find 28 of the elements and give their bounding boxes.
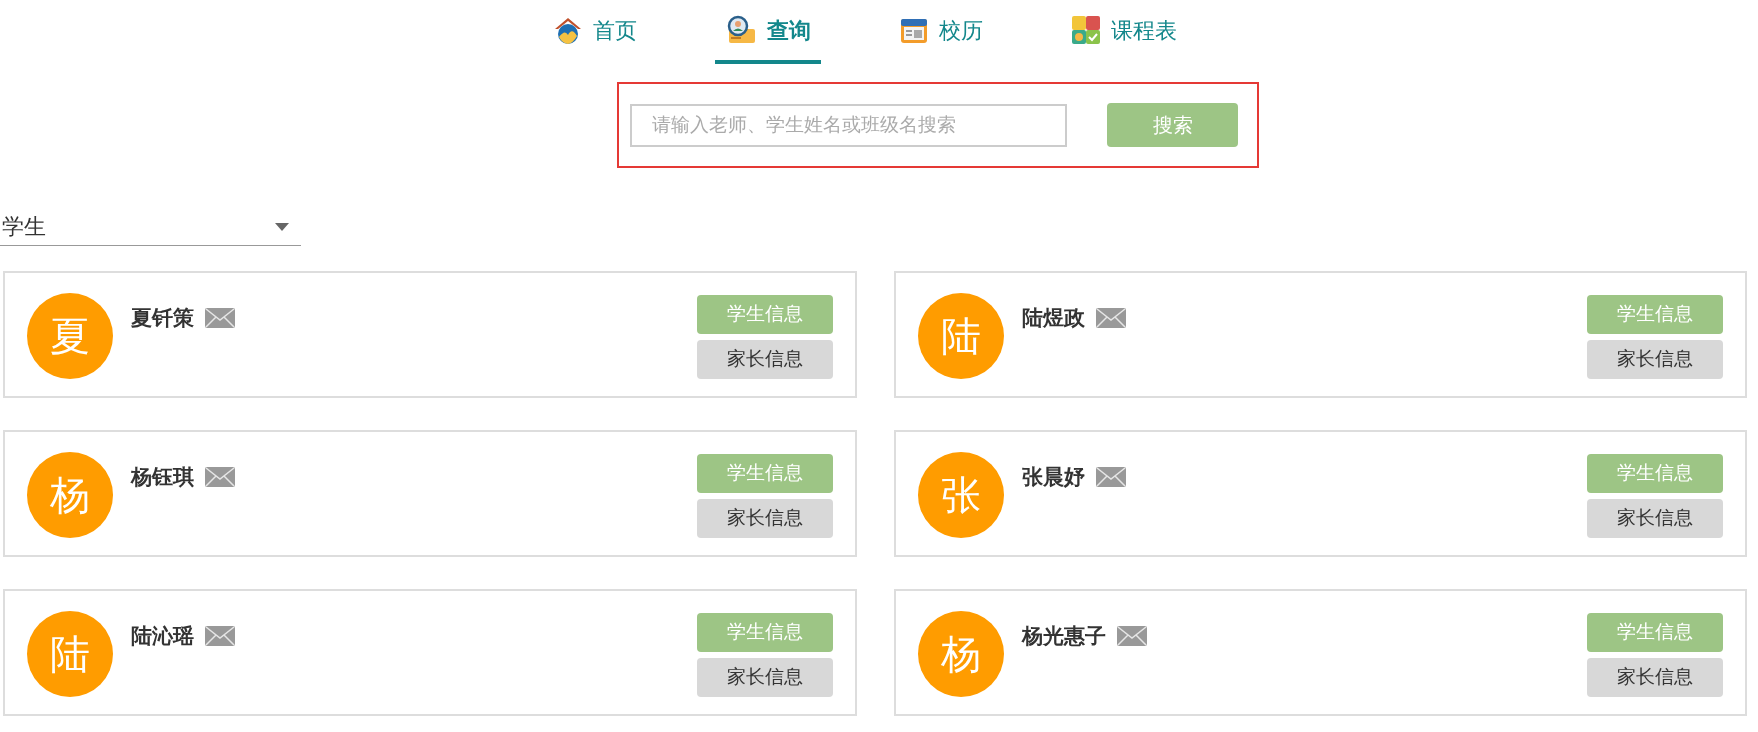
student-name: 陆煜政 [1021,305,1085,331]
nav-tab[interactable]: 课程表 [1061,0,1187,64]
student-name: 陆沁瑶 [131,623,194,649]
search-field[interactable]: 请输入老师、学生姓名或班级名搜索 [630,103,1067,147]
parent-info-button[interactable]: 家长信息 [1587,499,1723,538]
envelope-icon[interactable] [204,624,236,647]
envelope-icon[interactable] [204,306,236,329]
student-name: 杨钰琪 [131,464,194,490]
parent-info-button[interactable]: 家长信息 [696,658,833,697]
nav-tab[interactable]: 首页 [543,0,647,64]
nav-tab[interactable]: 查询 [715,0,821,64]
magnifier-person-icon [725,15,757,45]
parent-info-button[interactable]: 家长信息 [696,499,833,538]
parent-info-button[interactable]: 家长信息 [1587,340,1723,379]
grid-tiles-icon [1071,15,1101,45]
envelope-icon[interactable] [204,465,236,488]
envelope-icon[interactable] [1115,624,1148,647]
house-icon [553,15,583,45]
envelope-icon[interactable] [1094,465,1127,488]
student-name: 夏钎策 [131,305,194,331]
student-name: 张晨妤 [1021,464,1085,490]
parent-info-button[interactable]: 家长信息 [1587,658,1723,697]
parent-info-button[interactable]: 家长信息 [696,340,833,379]
nav-tab[interactable]: 校历 [889,0,993,64]
envelope-icon[interactable] [1094,306,1127,329]
category-dropdown[interactable]: 学生 [0,208,301,246]
student-name: 杨光惠子 [1021,623,1106,649]
caret-icon [275,222,289,231]
